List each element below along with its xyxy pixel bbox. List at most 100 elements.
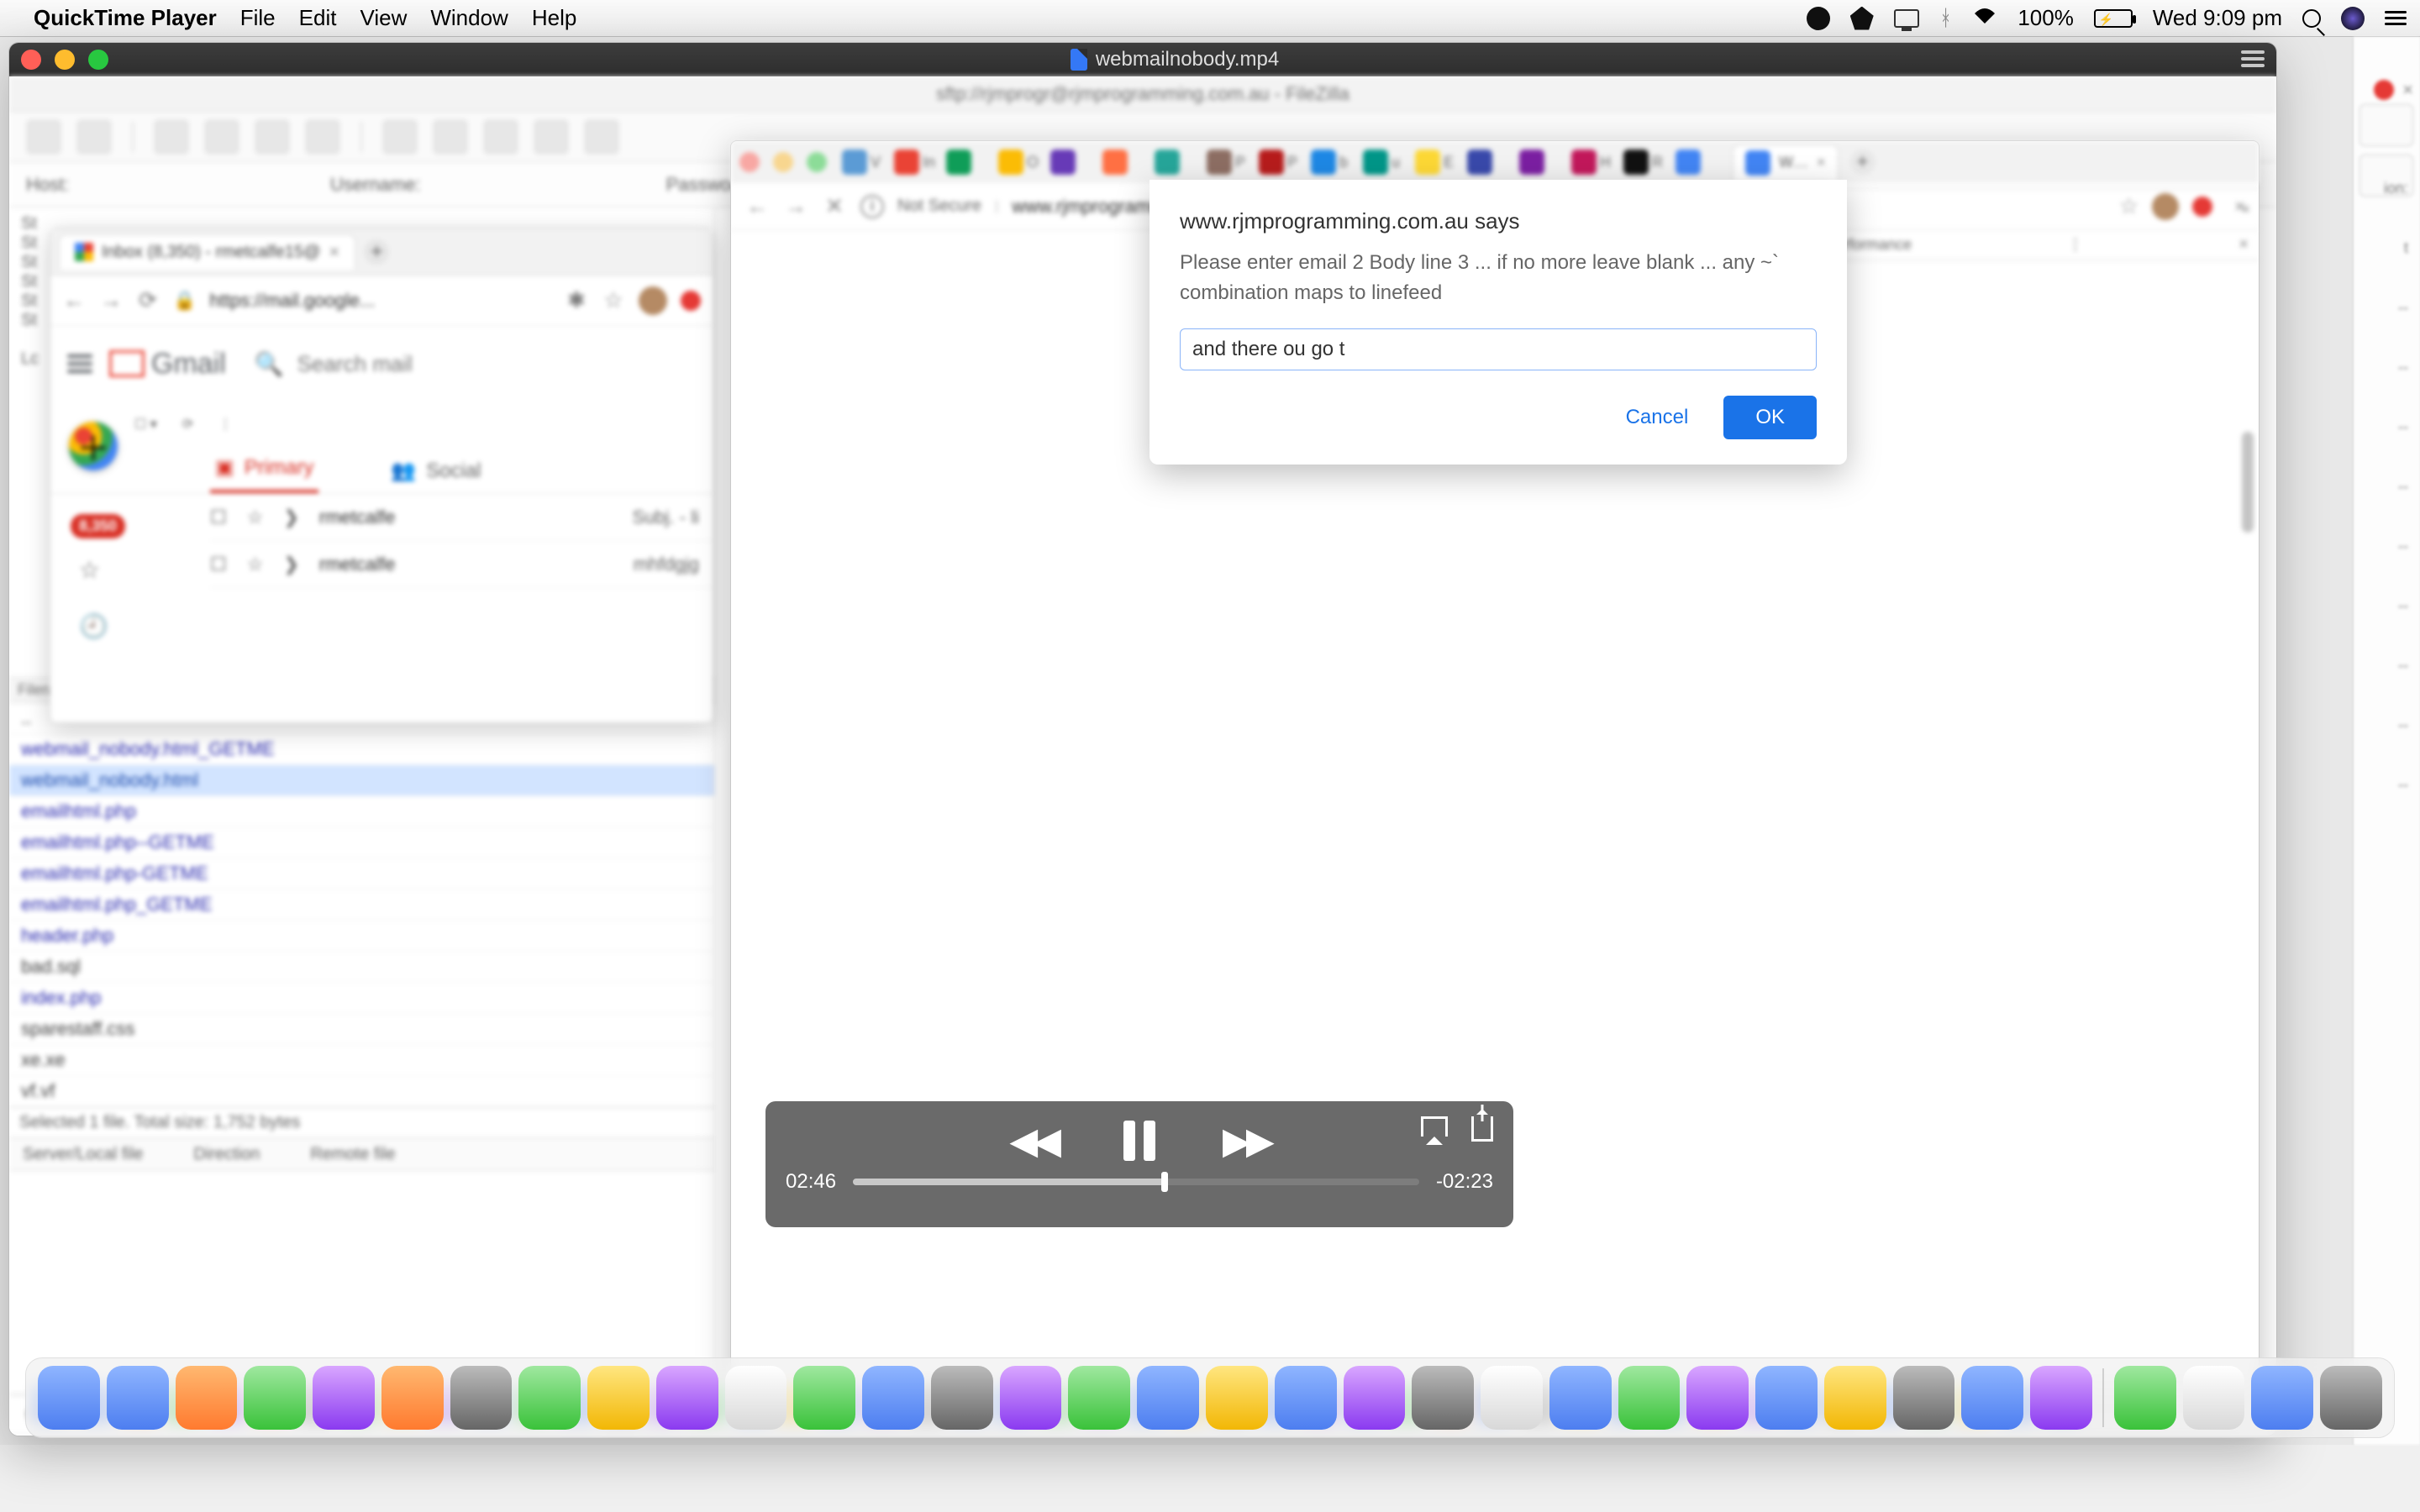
pause-button[interactable] — [1123, 1121, 1155, 1161]
snoozed-icon: 🕘 — [79, 612, 108, 640]
not-secure-label: Not Secure — [897, 197, 981, 216]
window-close-button[interactable] — [21, 50, 41, 70]
gmail-m-icon — [109, 350, 145, 377]
dock-app[interactable] — [1893, 1366, 1955, 1430]
dock-app-chrome[interactable] — [1618, 1366, 1681, 1430]
rewind-button[interactable]: ◀◀ — [1009, 1120, 1056, 1163]
menu-file[interactable]: File — [240, 5, 276, 31]
dock-app[interactable] — [1275, 1366, 1337, 1430]
dock-app[interactable] — [931, 1366, 993, 1430]
fast-forward-button[interactable]: ▶▶ — [1223, 1120, 1270, 1163]
tab-favicon-icon — [1102, 150, 1128, 175]
filezilla-local-files: Filename ..webmail_nobody.html_GETMEwebm… — [9, 678, 714, 1394]
display-icon[interactable] — [1894, 9, 1919, 28]
notification-center-icon[interactable] — [2385, 11, 2407, 25]
menu-view[interactable]: View — [360, 5, 407, 31]
dock-folder[interactable] — [2114, 1366, 2176, 1430]
dock-app[interactable] — [1755, 1366, 1818, 1430]
gmail-compose-button: ＋ — [69, 422, 118, 470]
gmail-category-tabs: ▣ Primary 👥 Social — [50, 447, 713, 494]
hamburger-menu-icon — [67, 354, 92, 373]
dock-app[interactable] — [313, 1366, 375, 1430]
share-icon[interactable] — [1471, 1116, 1493, 1142]
dock-app[interactable] — [2030, 1366, 2092, 1430]
gmail-favicon-icon — [75, 243, 93, 261]
gmail-toolbar: ☐ ▾ ⟳ ⋮ — [50, 402, 713, 447]
dock-app-terminal[interactable] — [1824, 1366, 1886, 1430]
dock-folder[interactable] — [2251, 1366, 2313, 1430]
dock-app[interactable] — [587, 1366, 650, 1430]
menubar-status-icon-2[interactable] — [1850, 7, 1874, 30]
close-icon: × — [2402, 79, 2413, 101]
dock-app[interactable] — [1961, 1366, 2023, 1430]
chrome-tab — [1465, 150, 1512, 175]
tab-favicon-icon — [1571, 150, 1597, 175]
dock-app[interactable] — [1481, 1366, 1543, 1430]
tab-favicon-icon — [998, 150, 1023, 175]
nav-forward-icon: → — [783, 193, 808, 219]
dock-app[interactable] — [107, 1366, 169, 1430]
profile-avatar-icon — [639, 286, 667, 315]
dock-app[interactable] — [793, 1366, 855, 1430]
gmail-browser-tab: Inbox (8,350) - rmetcalfe15@ × — [59, 234, 355, 270]
dialog-cancel-button[interactable]: Cancel — [1607, 396, 1707, 439]
dock-app[interactable] — [1137, 1366, 1199, 1430]
dock-app[interactable] — [862, 1366, 924, 1430]
dock-app[interactable] — [176, 1366, 238, 1430]
menu-window[interactable]: Window — [430, 5, 508, 31]
tab-favicon-icon — [1259, 150, 1284, 175]
airplay-icon[interactable] — [1421, 1116, 1448, 1137]
dock-app[interactable] — [1000, 1366, 1062, 1430]
spotlight-icon[interactable] — [2302, 9, 2321, 28]
dock-app[interactable] — [1206, 1366, 1268, 1430]
refresh-icon: ⟳ — [182, 416, 193, 433]
menubar-status-icon-1[interactable] — [1807, 7, 1830, 30]
menubar-app-name[interactable]: QuickTime Player — [34, 5, 217, 31]
gmail-logo: Gmail — [109, 348, 226, 381]
window-traffic-lights — [21, 50, 108, 70]
remaining-time: -02:23 — [1436, 1170, 1493, 1194]
video-file-icon — [1071, 49, 1087, 71]
dock-app[interactable] — [1344, 1366, 1406, 1430]
dock-app[interactable] — [381, 1366, 444, 1430]
nav-back-icon: ← — [744, 193, 770, 219]
dock-app-safari[interactable] — [244, 1366, 306, 1430]
quicktime-playback-controls: ◀◀ ▶▶ 02:46 -02:23 — [765, 1101, 1513, 1227]
tab-favicon-icon — [1311, 150, 1336, 175]
menu-edit[interactable]: Edit — [299, 5, 337, 31]
dock-app-finder[interactable] — [38, 1366, 100, 1430]
tab-social: 👥 Social — [386, 449, 486, 493]
file-row: webmail_nobody.html — [9, 765, 714, 796]
tab-close-icon: × — [329, 241, 339, 263]
window-minimize-button[interactable] — [55, 50, 75, 70]
bluetooth-icon[interactable]: ᚼ — [1939, 5, 1953, 31]
chrome-tab — [1518, 150, 1565, 175]
chrome-tab: In — [892, 150, 939, 175]
nav-back-icon: ← — [62, 289, 86, 312]
dialog-prompt-input[interactable] — [1180, 328, 1817, 370]
dock-folder[interactable] — [2183, 1366, 2245, 1430]
wifi-icon[interactable] — [1972, 5, 1997, 31]
chrome-tab — [1049, 150, 1096, 175]
people-icon: 👥 — [391, 459, 416, 483]
siri-icon[interactable] — [2341, 7, 2365, 30]
host-label: Host: — [26, 174, 85, 196]
dock-app[interactable] — [1686, 1366, 1749, 1430]
window-zoom-button[interactable] — [88, 50, 108, 70]
dock-app[interactable] — [725, 1366, 787, 1430]
playback-scrubber[interactable] — [853, 1179, 1419, 1185]
menubar-clock[interactable]: Wed 9:09 pm — [2153, 5, 2282, 31]
battery-icon[interactable]: ⚡ — [2094, 9, 2133, 28]
dock-app[interactable] — [518, 1366, 581, 1430]
gmail-message-row: ☐☆❯ rmetcalfe mhfdgjg — [210, 541, 713, 588]
dock-app[interactable] — [1412, 1366, 1474, 1430]
dock-app[interactable] — [1549, 1366, 1612, 1430]
dock-trash[interactable] — [2320, 1366, 2382, 1430]
dock-app[interactable] — [1068, 1366, 1130, 1430]
dialog-ok-button[interactable]: OK — [1723, 396, 1817, 439]
dock-app-calendar[interactable] — [450, 1366, 513, 1430]
dock-app[interactable] — [656, 1366, 718, 1430]
menu-help[interactable]: Help — [532, 5, 576, 31]
elapsed-time: 02:46 — [786, 1170, 836, 1194]
gmail-browser-tabbar: Inbox (8,350) - rmetcalfe15@ × + — [50, 228, 713, 276]
